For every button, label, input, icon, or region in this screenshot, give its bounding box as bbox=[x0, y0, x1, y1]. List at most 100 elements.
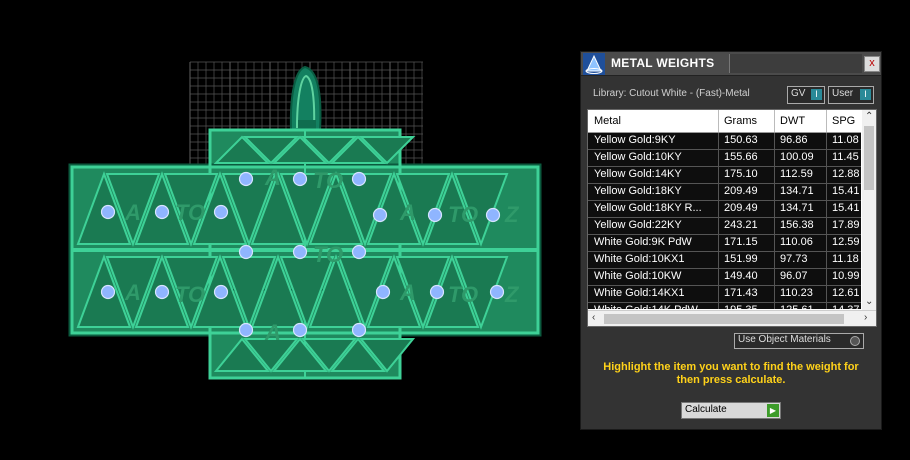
table-row[interactable]: White Gold:9K PdW 171.15 110.06 12.59 bbox=[588, 235, 861, 252]
metal-weights-icon bbox=[583, 53, 605, 75]
cell-metal: Yellow Gold:9KY bbox=[594, 134, 676, 146]
cell-spg: 15.41 bbox=[832, 185, 860, 197]
cell-grams: 209.49 bbox=[724, 185, 758, 197]
pendant-model[interactable]: A TO A TO A TO Z A TO A TO A TO Z bbox=[0, 0, 575, 460]
scroll-up-icon[interactable]: ⌃ bbox=[865, 111, 873, 122]
gem-stone[interactable] bbox=[427, 207, 443, 223]
play-icon: ▶ bbox=[767, 404, 779, 417]
close-button[interactable]: x bbox=[864, 56, 880, 72]
text-to: TO bbox=[175, 200, 205, 225]
text-to: TO bbox=[175, 282, 205, 307]
gv-toggle[interactable]: GV I bbox=[787, 86, 825, 104]
gem-stone[interactable] bbox=[351, 171, 367, 187]
text-a: A bbox=[264, 320, 281, 345]
cell-grams: 155.66 bbox=[724, 151, 758, 163]
cell-metal: Yellow Gold:22KY bbox=[594, 219, 682, 231]
gem-stone[interactable] bbox=[292, 244, 308, 260]
cell-dwt: 112.59 bbox=[780, 168, 813, 180]
cell-dwt: 96.86 bbox=[780, 134, 808, 146]
pendant-bail bbox=[289, 65, 322, 131]
panel-title: METAL WEIGHTS bbox=[611, 56, 715, 70]
table-body: Yellow Gold:9KY 150.63 96.86 11.08 Yellow Go… bbox=[588, 133, 861, 309]
table-row[interactable]: Yellow Gold:22KY 243.21 156.38 17.89 bbox=[588, 218, 861, 235]
gem-stone[interactable] bbox=[292, 171, 308, 187]
table-row[interactable]: Yellow Gold:18KY R... 209.49 134.71 15.41 bbox=[588, 201, 861, 218]
cell-dwt: 134.71 bbox=[780, 202, 814, 214]
vertical-scroll-thumb[interactable] bbox=[864, 126, 874, 190]
metal-table[interactable]: Metal Grams DWT SPG Yellow Gold:9KY 150.6… bbox=[587, 109, 877, 327]
calculate-button[interactable]: Calculate ▶ bbox=[681, 402, 781, 419]
panel-titlebar[interactable]: METAL WEIGHTS x bbox=[581, 52, 881, 76]
table-row[interactable]: White Gold:14K PdW 195.35 125.61 14.37 bbox=[588, 303, 861, 309]
gem-stone[interactable] bbox=[238, 171, 254, 187]
gem-stone[interactable] bbox=[429, 284, 445, 300]
cell-dwt: 97.73 bbox=[780, 253, 808, 265]
cell-spg: 11.45 bbox=[832, 151, 859, 163]
scroll-left-icon[interactable]: ‹ bbox=[592, 312, 595, 323]
text-a: A bbox=[124, 200, 141, 225]
gem-stone[interactable] bbox=[489, 284, 505, 300]
gem-stone[interactable] bbox=[375, 284, 391, 300]
text-a: A bbox=[399, 280, 416, 305]
horizontal-scroll-thumb[interactable] bbox=[604, 314, 844, 324]
cell-dwt: 125.61 bbox=[780, 304, 820, 309]
text-to: TO bbox=[313, 168, 343, 193]
cell-spg: 17.89 bbox=[832, 219, 860, 231]
3d-viewport[interactable]: A TO A TO A TO Z A TO A TO A TO Z bbox=[0, 0, 575, 460]
column-header-spg[interactable]: SPG bbox=[832, 115, 862, 127]
cell-dwt: 110.23 bbox=[780, 287, 813, 299]
table-row[interactable]: White Gold:10KW 149.40 96.07 10.99 bbox=[588, 269, 861, 286]
cell-grams: 171.15 bbox=[724, 236, 758, 248]
table-row[interactable]: Yellow Gold:18KY 209.49 134.71 15.41 bbox=[588, 184, 861, 201]
cell-spg: 15.41 bbox=[832, 202, 860, 214]
column-header-grams[interactable]: Grams bbox=[724, 115, 776, 127]
table-row[interactable]: White Gold:14KX1 171.43 110.23 12.61 bbox=[588, 286, 861, 303]
scroll-right-icon[interactable]: › bbox=[864, 312, 867, 323]
horizontal-scrollbar[interactable]: ‹ › bbox=[588, 310, 876, 326]
gv-toggle-label: GV bbox=[791, 88, 806, 99]
gem-stone[interactable] bbox=[154, 204, 170, 220]
column-header-dwt[interactable]: DWT bbox=[780, 115, 820, 127]
cell-grams: 171.43 bbox=[724, 287, 758, 299]
gem-stone[interactable] bbox=[485, 207, 501, 223]
gem-stone[interactable] bbox=[351, 322, 367, 338]
cell-grams: 209.49 bbox=[724, 202, 758, 214]
table-header: Metal Grams DWT SPG bbox=[588, 110, 861, 133]
text-z: Z bbox=[504, 282, 520, 307]
column-header-metal[interactable]: Metal bbox=[594, 115, 716, 127]
gv-toggle-switch: I bbox=[811, 89, 822, 100]
radio-icon[interactable] bbox=[850, 336, 860, 346]
cell-dwt: 110.06 bbox=[780, 236, 813, 248]
cell-spg: 10.99 bbox=[832, 270, 860, 282]
cell-dwt: 96.07 bbox=[780, 270, 808, 282]
cell-dwt: 156.38 bbox=[780, 219, 814, 231]
user-toggle[interactable]: User I bbox=[828, 86, 874, 104]
gem-stone[interactable] bbox=[238, 244, 254, 260]
gem-stone[interactable] bbox=[372, 207, 388, 223]
gem-stone[interactable] bbox=[213, 204, 229, 220]
text-z: Z bbox=[504, 202, 520, 227]
cell-dwt: 100.09 bbox=[780, 151, 814, 163]
use-object-materials-option[interactable]: Use Object Materials bbox=[734, 333, 864, 349]
cell-spg: 11.18 bbox=[832, 253, 859, 265]
table-row[interactable]: Yellow Gold:10KY 155.66 100.09 11.45 bbox=[588, 150, 861, 167]
gem-stone[interactable] bbox=[238, 322, 254, 338]
user-toggle-label: User bbox=[832, 88, 854, 99]
cell-grams: 149.40 bbox=[724, 270, 758, 282]
table-row[interactable]: Yellow Gold:9KY 150.63 96.86 11.08 bbox=[588, 133, 861, 150]
gem-stone[interactable] bbox=[292, 322, 308, 338]
gem-stone[interactable] bbox=[213, 284, 229, 300]
gem-stone[interactable] bbox=[100, 204, 116, 220]
scroll-down-icon[interactable]: ⌄ bbox=[865, 296, 873, 307]
text-to: TO bbox=[313, 242, 343, 267]
table-row[interactable]: White Gold:10KX1 151.99 97.73 11.18 bbox=[588, 252, 861, 269]
gem-stone[interactable] bbox=[351, 244, 367, 260]
text-a: A bbox=[399, 200, 416, 225]
table-row[interactable]: Yellow Gold:14KY 175.10 112.59 12.88 bbox=[588, 167, 861, 184]
vertical-scrollbar[interactable]: ⌃ ⌄ bbox=[862, 110, 876, 310]
cell-grams: 151.99 bbox=[724, 253, 758, 265]
gem-stone[interactable] bbox=[154, 284, 170, 300]
gem-stone[interactable] bbox=[100, 284, 116, 300]
cell-metal: Yellow Gold:10KY bbox=[594, 151, 682, 163]
metal-weights-panel: METAL WEIGHTS x Library: Cutout White - … bbox=[580, 51, 882, 430]
